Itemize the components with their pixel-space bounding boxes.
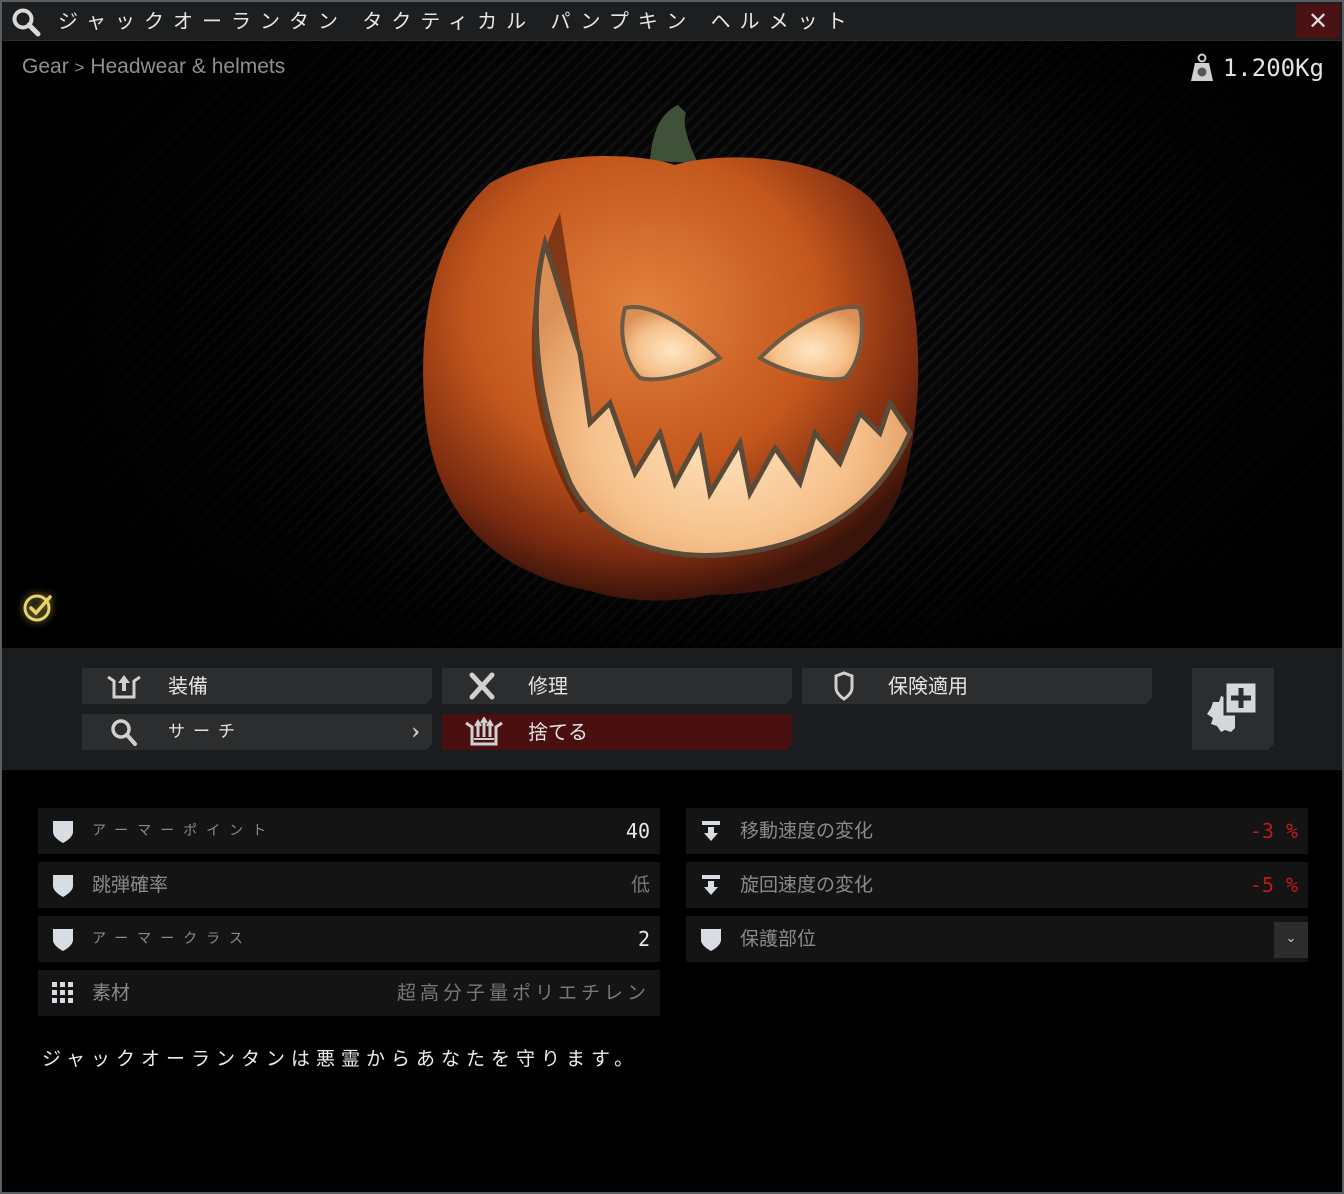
weight-icon [1190,53,1213,81]
stat-name: 跳弾確率 [92,874,169,896]
stat-name: 保護部位 [740,928,817,950]
shield-icon [701,929,721,951]
stat-value: 低 [630,874,650,896]
breadcrumb-separator: > [74,58,85,77]
examined-check-icon [23,594,52,622]
repair-button[interactable]: 修理 [442,668,792,704]
speed-down-icon [702,875,720,895]
stat-value: 40 [625,819,650,843]
discard-button[interactable]: 捨てる [442,714,792,750]
stat-armor-class: アーマークラス 2 [38,916,660,962]
shield-icon [53,875,73,897]
material-grid-icon [52,982,73,1003]
item-description: ジャックオーランタンは悪霊からあなたを守ります。 [42,1048,640,1070]
breadcrumb-headwear[interactable]: Headwear & helmets [90,55,285,78]
chevron-down-icon: ⌄ [1285,931,1297,946]
weight-value: 1.200Kg [1222,54,1324,82]
stat-name: アーマークラス [92,931,252,947]
stats-panel: アーマーポイント 40 跳弾確率 低 アーマークラス 2 素材 超高分子量ポリエ… [2,770,1342,1192]
shield-icon [53,821,73,843]
equip-icon [104,671,144,701]
modding-button[interactable] [1192,668,1274,750]
discard-icon [464,717,504,747]
item-inspect-window: ジャックオーランタン タクティカル パンプキン ヘルメット ✕ Gear > H… [0,0,1344,1194]
repair-label: 修理 [528,674,568,698]
breadcrumb: Gear > Headwear & helmets [22,55,285,79]
stat-value: -3 % [1249,819,1298,843]
stat-ricochet-chance: 跳弾確率 低 [38,862,660,908]
title-bar[interactable]: ジャックオーランタン タクティカル パンプキン ヘルメット ✕ [2,2,1342,41]
discard-label: 捨てる [528,720,588,744]
close-button[interactable]: ✕ [1296,4,1340,38]
speed-down-icon [702,821,720,841]
stat-turn-speed: 旋回速度の変化 -5 % [686,862,1308,908]
breadcrumb-gear[interactable]: Gear [22,55,69,78]
equip-button[interactable]: 装備 [82,668,432,704]
chevron-right-icon: › [411,719,420,745]
pumpkin-helmet-image [423,105,919,601]
item-weight: 1.200Kg [1189,53,1324,83]
expand-button[interactable]: ⌄ [1274,922,1308,958]
repair-icon [464,671,504,701]
window-title: ジャックオーランタン タクティカル パンプキン ヘルメット [58,9,856,33]
stat-name: 移動速度の変化 [740,820,874,842]
stat-value: -5 % [1249,873,1298,897]
insure-label: 保険適用 [888,674,968,698]
search-label: サーチ [168,722,243,742]
insure-button[interactable]: 保険適用 [802,668,1152,704]
action-bar: 装備 修理 保険適用 サーチ › 捨てる [2,648,1342,770]
stat-name: 素材 [92,982,131,1004]
stat-value: 超高分子量ポリエチレン [396,982,650,1004]
search-icon [104,717,144,747]
insure-shield-icon [824,671,864,701]
search-button[interactable]: サーチ › [82,714,432,750]
shield-icon [53,929,73,951]
item-preview[interactable]: Gear > Headwear & helmets 1.200Kg [2,41,1342,647]
modding-icon [1205,680,1261,736]
stat-value: 2 [637,927,650,951]
equip-label: 装備 [168,674,208,698]
search-icon [12,8,41,37]
stat-armor-points: アーマーポイント 40 [38,808,660,854]
stat-movement-speed: 移動速度の変化 -3 % [686,808,1308,854]
stat-material: 素材 超高分子量ポリエチレン [38,970,660,1016]
stat-protected-areas[interactable]: 保護部位 ⌄ [686,916,1308,962]
stat-name: アーマーポイント [92,823,276,839]
stat-name: 旋回速度の変化 [740,874,874,896]
